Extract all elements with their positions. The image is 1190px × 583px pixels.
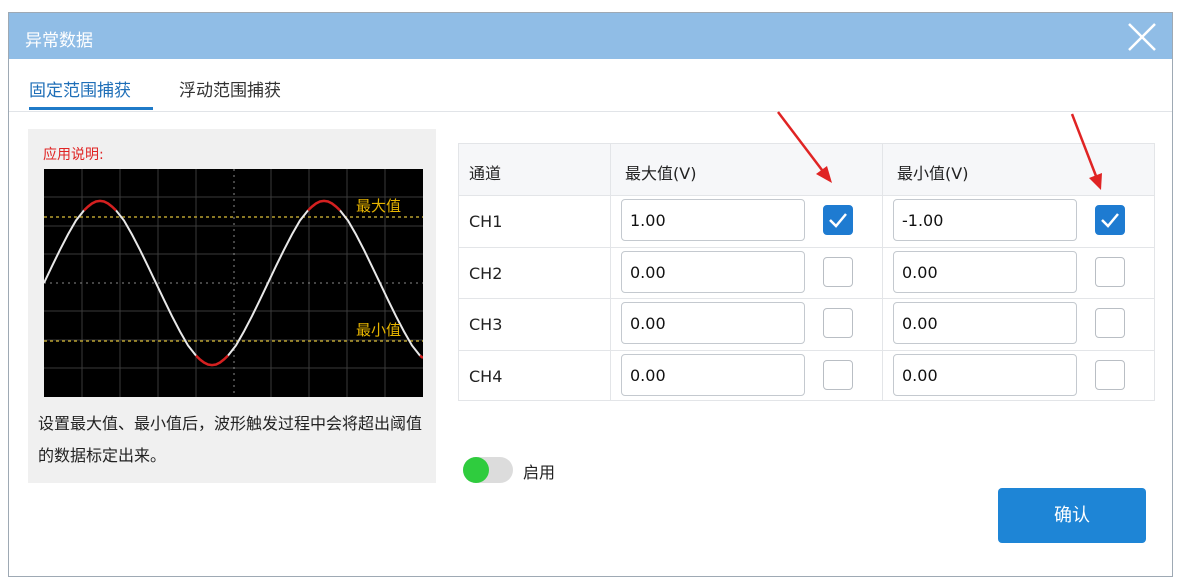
channel-label-ch3: CH3 bbox=[469, 315, 503, 334]
scope-max-label: 最大值 bbox=[356, 197, 401, 215]
ch3-min-checkbox[interactable] bbox=[1095, 308, 1125, 338]
ch4-max-checkbox[interactable] bbox=[823, 360, 853, 390]
confirm-button[interactable]: 确认 bbox=[998, 488, 1146, 543]
enable-label: 启用 bbox=[523, 463, 556, 482]
help-title: 应用说明: bbox=[43, 147, 104, 163]
help-description: 设置最大值、最小值后，波形触发过程中会将超出阈值的数据标定出来。 bbox=[38, 414, 423, 465]
title-bar: 异常数据 bbox=[9, 13, 1172, 59]
ch4-max-input[interactable] bbox=[621, 354, 805, 396]
ch1-max-checkbox[interactable] bbox=[823, 205, 853, 235]
ch4-min-checkbox[interactable] bbox=[1095, 360, 1125, 390]
check-icon bbox=[1101, 213, 1119, 228]
ch2-max-input[interactable] bbox=[621, 251, 805, 293]
ch2-min-checkbox[interactable] bbox=[1095, 257, 1125, 287]
waveform-above-max bbox=[83, 199, 341, 212]
active-tab-indicator bbox=[29, 107, 153, 110]
red-arrow-annotation bbox=[1070, 113, 1102, 190]
tab-bar: 固定范围捕获 浮动范围捕获 bbox=[9, 59, 1172, 112]
header-max: 最大值(V) bbox=[625, 164, 697, 183]
ch3-max-checkbox[interactable] bbox=[823, 308, 853, 338]
check-icon bbox=[829, 213, 847, 228]
ch3-max-input[interactable] bbox=[621, 302, 805, 344]
channel-label-ch4: CH4 bbox=[469, 367, 503, 386]
ch2-max-checkbox[interactable] bbox=[823, 257, 853, 287]
ch1-min-checkbox[interactable] bbox=[1095, 205, 1125, 235]
toggle-knob bbox=[463, 457, 489, 483]
channel-label-ch2: CH2 bbox=[469, 264, 503, 283]
ch3-min-input[interactable] bbox=[893, 302, 1077, 344]
ch2-min-input[interactable] bbox=[893, 251, 1077, 293]
scope-min-label: 最小值 bbox=[356, 321, 401, 339]
ch1-max-input[interactable] bbox=[621, 199, 805, 241]
channel-label-ch1: CH1 bbox=[469, 212, 503, 231]
tab-fixed-range-capture[interactable]: 固定范围捕获 bbox=[29, 76, 131, 101]
dialog-title: 异常数据 bbox=[25, 31, 93, 51]
usage-help-panel: 应用说明: 最大值 最小值 设置最大值、最小值后，波形触发过程中会将超出阈值的数… bbox=[28, 129, 436, 483]
tab-floating-range-capture[interactable]: 浮动范围捕获 bbox=[179, 76, 281, 101]
ch4-min-input[interactable] bbox=[893, 354, 1077, 396]
anomaly-data-dialog: 异常数据 固定范围捕获 浮动范围捕获 应用说明: 最大值 最小值 设置最大值、最… bbox=[8, 12, 1173, 577]
header-min: 最小值(V) bbox=[897, 164, 969, 183]
ch1-min-input[interactable] bbox=[893, 199, 1077, 241]
header-channel: 通道 bbox=[469, 164, 502, 183]
oscilloscope-illustration: 最大值 最小值 bbox=[44, 169, 423, 397]
enable-toggle[interactable] bbox=[463, 457, 513, 483]
red-arrow-annotation bbox=[777, 111, 832, 183]
close-icon[interactable] bbox=[1122, 17, 1162, 57]
